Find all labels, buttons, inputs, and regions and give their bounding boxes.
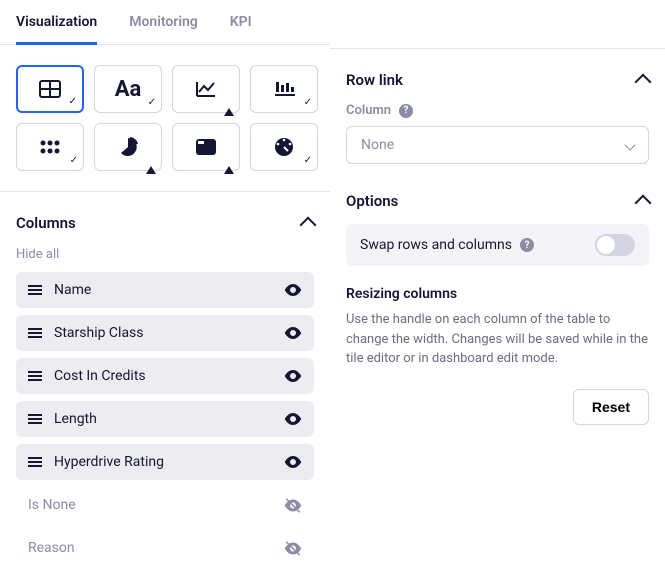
tab-kpi[interactable]: KPI [230, 0, 252, 44]
eye-visible-icon[interactable] [284, 284, 302, 296]
warning-icon [224, 155, 234, 166]
bar-chart-icon [273, 80, 295, 98]
resizing-description: Use the handle on each column of the tab… [346, 310, 649, 369]
viz-pie-chart[interactable] [94, 123, 162, 171]
line-chart-icon [195, 80, 217, 98]
column-item[interactable]: Hyperdrive Rating [16, 444, 314, 480]
eye-visible-icon[interactable] [284, 370, 302, 382]
check-icon: ✓ [304, 155, 312, 166]
resizing-title: Resizing columns [346, 286, 649, 302]
viz-text[interactable]: Aa ✓ [94, 65, 162, 113]
eye-visible-icon[interactable] [284, 327, 302, 339]
gauge-icon [273, 136, 295, 158]
column-item[interactable]: Cost In Credits [16, 358, 314, 394]
column-label: Cost In Credits [54, 368, 272, 384]
help-icon[interactable]: ? [399, 104, 413, 118]
check-icon: ✓ [69, 96, 77, 107]
viz-grid-dots[interactable]: ✓ [16, 123, 84, 171]
row-link-header[interactable]: Row link [346, 71, 649, 103]
drag-handle-icon[interactable] [28, 328, 42, 338]
reset-button[interactable]: Reset [573, 389, 649, 425]
column-label: Starship Class [54, 325, 272, 341]
column-item[interactable]: Name [16, 272, 314, 308]
divider [0, 191, 330, 192]
columns-list: Name Starship Class Cost In Credits Leng… [16, 272, 314, 566]
visualization-type-grid: ✓ Aa ✓ ✓ ✓ [16, 65, 314, 171]
check-icon: ✓ [70, 155, 78, 166]
eye-visible-icon[interactable] [284, 456, 302, 468]
card-icon [195, 138, 217, 156]
tab-monitoring[interactable]: Monitoring [129, 0, 198, 44]
row-link-title: Row link [346, 71, 403, 89]
chevron-up-icon [635, 195, 652, 212]
column-item-hidden[interactable]: Reason [16, 530, 314, 566]
grid-dots-icon [40, 140, 60, 154]
drag-handle-icon[interactable] [28, 371, 42, 381]
viz-bar-chart[interactable]: ✓ [250, 65, 318, 113]
eye-hidden-icon[interactable] [284, 498, 302, 513]
column-label: Hyperdrive Rating [54, 454, 272, 470]
column-select-value: None [361, 137, 394, 153]
swap-label: Swap rows and columns [360, 237, 512, 253]
column-item[interactable]: Length [16, 401, 314, 437]
column-field-label: Column ? [346, 103, 649, 118]
viz-table[interactable]: ✓ [16, 65, 84, 113]
column-label: Name [54, 282, 272, 298]
eye-hidden-icon[interactable] [284, 541, 302, 556]
help-icon[interactable]: ? [520, 238, 534, 252]
options-title: Options [346, 192, 398, 210]
check-icon: ✓ [148, 97, 156, 108]
tab-visualization[interactable]: Visualization [16, 0, 97, 45]
viz-gauge[interactable]: ✓ [250, 123, 318, 171]
viz-card[interactable] [172, 123, 240, 171]
options-header[interactable]: Options [346, 192, 649, 224]
table-icon [39, 80, 61, 98]
swap-toggle[interactable] [595, 234, 635, 256]
swap-option-row: Swap rows and columns ? [346, 224, 649, 266]
column-item-hidden[interactable]: Is None [16, 487, 314, 523]
warning-icon [224, 97, 234, 108]
warning-icon [146, 155, 156, 166]
hide-all-link[interactable]: Hide all [16, 247, 59, 262]
columns-title: Columns [16, 214, 76, 232]
chevron-down-icon [624, 139, 635, 150]
column-label: Length [54, 411, 272, 427]
drag-handle-icon[interactable] [28, 285, 42, 295]
column-item[interactable]: Starship Class [16, 315, 314, 351]
check-icon: ✓ [304, 97, 312, 108]
chevron-up-icon [300, 217, 317, 234]
text-icon: Aa [115, 77, 142, 102]
viz-line-chart[interactable] [172, 65, 240, 113]
eye-visible-icon[interactable] [284, 413, 302, 425]
column-select[interactable]: None [346, 126, 649, 164]
drag-handle-icon[interactable] [28, 457, 42, 467]
column-label: Is None [28, 497, 272, 513]
chevron-up-icon [635, 74, 652, 91]
column-label: Reason [28, 540, 272, 556]
drag-handle-icon[interactable] [28, 414, 42, 424]
columns-section-header[interactable]: Columns [16, 208, 314, 246]
tabs-bar: Visualization Monitoring KPI [0, 0, 330, 45]
pie-chart-icon [117, 136, 139, 158]
